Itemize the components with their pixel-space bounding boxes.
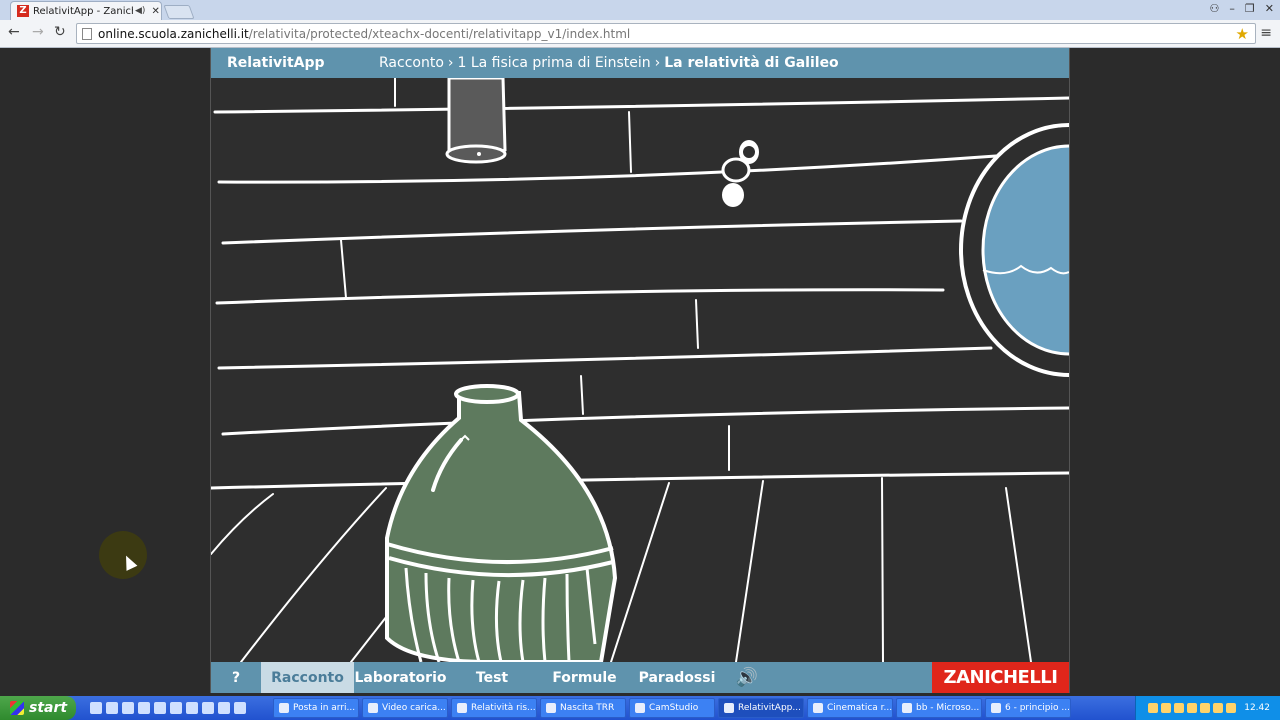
hanging-bottle xyxy=(445,78,507,164)
new-tab-button[interactable] xyxy=(163,5,195,19)
quick-launch-icon[interactable] xyxy=(234,702,246,714)
taskbar-button[interactable]: Relatività ris... xyxy=(451,698,537,718)
quick-launch-icon[interactable] xyxy=(170,702,182,714)
taskbar-button[interactable]: CamStudio xyxy=(629,698,715,718)
start-button[interactable]: start xyxy=(0,696,76,720)
browser-title-bar: Z RelativitApp - Zanichelli ◀) ✕ ⚇ – ❐ ✕ xyxy=(0,0,1280,20)
chrome-menu-icon[interactable]: ≡ xyxy=(1260,25,1272,41)
taskbar-button[interactable]: Video carica... xyxy=(362,698,448,718)
windows-logo-icon xyxy=(10,701,24,715)
app-icon xyxy=(279,703,289,713)
url-path: /relativita/protected/xteachx-docenti/re… xyxy=(248,26,631,41)
taskbar-button-label: Video carica... xyxy=(382,703,446,713)
taskbar-button-label: Cinematica r... xyxy=(827,703,893,713)
app-name: RelativitApp xyxy=(227,55,325,71)
bookmark-star-icon[interactable]: ★ xyxy=(1236,25,1249,43)
folder-icon xyxy=(457,703,467,713)
taskbar-button-label: bb - Microso... xyxy=(916,703,980,713)
quick-launch-icon[interactable] xyxy=(218,702,230,714)
taskbar-button[interactable]: bb - Microso... xyxy=(896,698,982,718)
back-arrow-icon[interactable]: ← xyxy=(8,24,20,40)
tray-icon[interactable] xyxy=(1200,703,1211,713)
breadcrumb: Racconto › 1 La fisica prima di Einstein… xyxy=(379,55,839,71)
close-window-icon[interactable]: ✕ xyxy=(1265,2,1274,15)
tab-paradossi[interactable]: Paradossi xyxy=(632,662,722,693)
start-label: start xyxy=(29,700,68,716)
clock[interactable]: 12.42 xyxy=(1244,703,1270,713)
app-icon xyxy=(635,703,645,713)
maximize-icon[interactable]: ❐ xyxy=(1245,2,1255,15)
tray-icon[interactable] xyxy=(1213,703,1224,713)
taskbar-button[interactable]: Nascita TRR xyxy=(540,698,626,718)
tab-laboratorio[interactable]: Laboratorio xyxy=(354,662,447,693)
taskbar-button-label: CamStudio xyxy=(649,703,699,713)
taskbar-button-active[interactable]: RelativitApp... xyxy=(718,698,804,718)
tab-test[interactable]: Test xyxy=(447,662,537,693)
tab-close-icon[interactable]: ✕ xyxy=(151,6,159,17)
speaker-icon[interactable]: 🔊 xyxy=(722,662,772,693)
forward-arrow-icon[interactable]: → xyxy=(32,24,44,40)
quick-launch xyxy=(90,702,270,714)
tray-icon[interactable] xyxy=(1148,703,1159,713)
system-tray: 12.42 xyxy=(1135,696,1280,720)
cabin-drawing xyxy=(211,78,1069,662)
user-icon[interactable]: ⚇ xyxy=(1210,2,1220,15)
help-button[interactable]: ? xyxy=(211,662,261,693)
quick-launch-icon[interactable] xyxy=(154,702,166,714)
taskbar-button-label: Nascita TRR xyxy=(560,703,615,713)
breadcrumb-separator: › xyxy=(654,55,661,71)
vlc-icon xyxy=(991,703,1001,713)
app-icon xyxy=(368,703,378,713)
zanichelli-favicon-icon: Z xyxy=(17,5,29,17)
address-bar[interactable]: online.scuola.zanichelli.it /relativita/… xyxy=(76,23,1256,44)
tab-racconto[interactable]: Racconto xyxy=(261,662,354,693)
app-header: RelativitApp Racconto › 1 La fisica prim… xyxy=(211,48,1069,78)
relativitapp-frame: RelativitApp Racconto › 1 La fisica prim… xyxy=(210,48,1070,693)
audio-playing-icon: ◀) xyxy=(135,6,146,16)
word-icon xyxy=(902,703,912,713)
taskbar-button-label: Posta in arri... xyxy=(293,703,356,713)
word-icon xyxy=(813,703,823,713)
breadcrumb-item[interactable]: Racconto xyxy=(379,55,444,71)
taskbar-button-label: Relatività ris... xyxy=(471,703,536,713)
breadcrumb-item[interactable]: 1 La fisica prima di Einstein xyxy=(458,55,651,71)
zanichelli-logo[interactable]: ZANICHELLI xyxy=(932,662,1069,693)
minimize-icon[interactable]: – xyxy=(1229,2,1235,15)
tray-icons xyxy=(1148,703,1237,713)
tab-formule[interactable]: Formule xyxy=(537,662,632,693)
quick-launch-icon[interactable] xyxy=(122,702,134,714)
breadcrumb-separator: › xyxy=(447,55,454,71)
ship-cabin-illustration xyxy=(211,78,1069,662)
quick-launch-icon[interactable] xyxy=(138,702,150,714)
chrome-icon xyxy=(724,703,734,713)
cursor-highlight xyxy=(99,531,147,579)
quick-launch-icon[interactable] xyxy=(106,702,118,714)
tray-icon[interactable] xyxy=(1226,703,1237,713)
taskbar-button[interactable]: Posta in arri... xyxy=(273,698,359,718)
taskbar-button[interactable]: 6 - principio ... xyxy=(985,698,1071,718)
tab-title: RelativitApp - Zanichelli xyxy=(33,5,133,17)
tray-icon[interactable] xyxy=(1161,703,1172,713)
browser-tab[interactable]: Z RelativitApp - Zanichelli ◀) ✕ xyxy=(10,1,162,20)
taskbar-button[interactable]: Cinematica r... xyxy=(807,698,893,718)
url-host: online.scuola.zanichelli.it xyxy=(98,26,249,41)
window-controls: ⚇ – ❐ ✕ xyxy=(1210,2,1274,15)
breadcrumb-current: La relatività di Galileo xyxy=(664,55,839,71)
taskbar-button-label: 6 - principio ... xyxy=(1005,703,1070,713)
page-icon xyxy=(82,27,92,40)
quick-launch-icon[interactable] xyxy=(202,702,214,714)
tray-icon[interactable] xyxy=(1174,703,1185,713)
quick-launch-icon[interactable] xyxy=(186,702,198,714)
quick-launch-icon[interactable] xyxy=(90,702,102,714)
folder-icon xyxy=(546,703,556,713)
windows-taskbar: start Posta in arri... Video carica... R… xyxy=(0,696,1280,720)
taskbar-button-label: RelativitApp... xyxy=(738,703,801,713)
reload-icon[interactable]: ↻ xyxy=(54,24,66,40)
app-footer-nav: ? Racconto Laboratorio Test Formule Para… xyxy=(211,662,1069,693)
browser-toolbar: ← → ↻ online.scuola.zanichelli.it /relat… xyxy=(0,20,1280,48)
tray-icon[interactable] xyxy=(1187,703,1198,713)
